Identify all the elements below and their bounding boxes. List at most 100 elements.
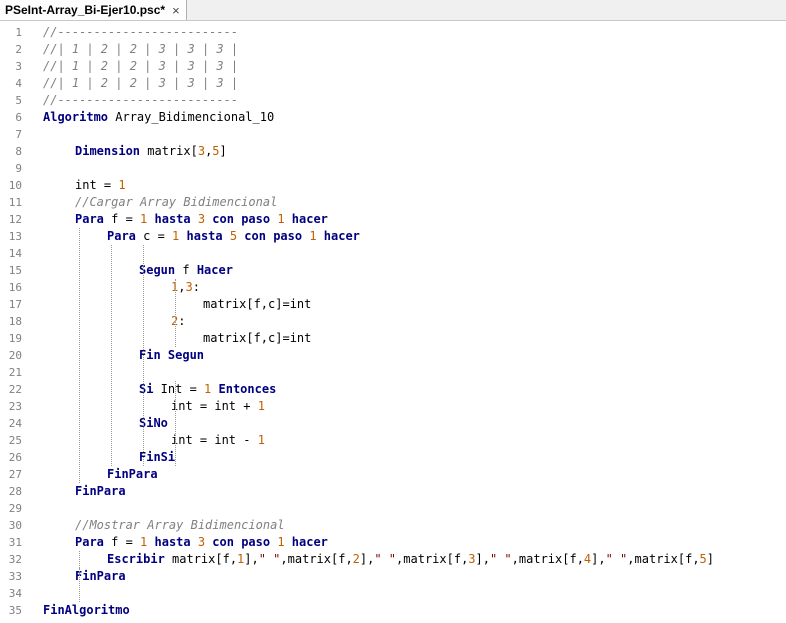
code-token: c = bbox=[135, 229, 173, 243]
code-token: " " bbox=[258, 552, 281, 566]
line-number: 16 bbox=[8, 281, 22, 294]
code-line[interactable]: Segun f Hacer bbox=[139, 262, 233, 279]
line-number: 29 bbox=[8, 502, 22, 515]
code-token: 1 bbox=[309, 229, 317, 243]
line-number: 25 bbox=[8, 434, 22, 447]
code-token: Para bbox=[75, 535, 104, 549]
code-token: ,matrix[f, bbox=[627, 552, 700, 566]
code-editor[interactable]: 1 2 3 4 5 6 7 8 9 10 11 12 13 14 15 16 17 18 19 20 21 22 23 24 2… bbox=[0, 24, 786, 623]
tab-title[interactable]: PSeInt-Array_Bi-Ejer10.psc* bbox=[5, 3, 165, 17]
line-number: 22 bbox=[8, 383, 22, 396]
line-number: 35 bbox=[8, 604, 22, 617]
code-token: 2 bbox=[352, 552, 360, 566]
indent-guide bbox=[143, 245, 144, 466]
line-number: 1 bbox=[15, 26, 22, 39]
line-number: 4 bbox=[15, 77, 22, 90]
line-number: 30 bbox=[8, 519, 22, 532]
code-token: 3 bbox=[185, 280, 193, 294]
line-number: 27 bbox=[8, 468, 22, 481]
code-line[interactable]: FinSi bbox=[139, 449, 175, 466]
code-token: matrix[f, bbox=[164, 552, 238, 566]
code-line[interactable]: //------------------------- bbox=[43, 24, 238, 41]
code-line[interactable]: matrix[f,c]=int bbox=[203, 296, 311, 313]
code-token: 5 bbox=[699, 552, 707, 566]
line-number: 26 bbox=[8, 451, 22, 464]
line-number: 9 bbox=[15, 162, 22, 175]
code-token: int = int + bbox=[171, 399, 258, 413]
code-line[interactable]: int = int + 1 bbox=[171, 398, 265, 415]
code-line[interactable]: FinPara bbox=[75, 568, 126, 585]
code-token: ], bbox=[359, 552, 375, 566]
code-line[interactable]: Dimension matrix[3,5] bbox=[75, 143, 227, 160]
line-number: 3 bbox=[15, 60, 22, 73]
indent-guide bbox=[175, 381, 176, 466]
code-line[interactable]: //| 1 | 2 | 2 | 3 | 3 | 3 | bbox=[43, 75, 238, 92]
line-number: 11 bbox=[8, 196, 22, 209]
code-token: 1 bbox=[277, 535, 285, 549]
line-number: 19 bbox=[8, 332, 22, 345]
code-token: ,matrix[f, bbox=[511, 552, 584, 566]
code-token: Para bbox=[107, 229, 136, 243]
code-token: //Cargar Array Bidimencional bbox=[75, 195, 278, 209]
code-line[interactable]: Si Int = 1 Entonces bbox=[139, 381, 276, 398]
line-number: 15 bbox=[8, 264, 22, 277]
code-line[interactable]: //| 1 | 2 | 2 | 3 | 3 | 3 | bbox=[43, 58, 238, 75]
line-number: 33 bbox=[8, 570, 22, 583]
code-token: : bbox=[178, 314, 186, 328]
code-line[interactable]: FinPara bbox=[107, 466, 158, 483]
code-line[interactable]: //| 1 | 2 | 2 | 3 | 3 | 3 | bbox=[43, 41, 238, 58]
code-token: ], bbox=[475, 552, 490, 566]
indent-guide bbox=[79, 551, 80, 568]
code-token: //Mostrar Array Bidimencional bbox=[75, 518, 285, 532]
code-token: ,matrix[f, bbox=[280, 552, 353, 566]
tab-bar: PSeInt-Array_Bi-Ejer10.psc* × bbox=[0, 0, 786, 21]
code-line[interactable]: matrix[f,c]=int bbox=[203, 330, 311, 347]
close-tab-icon[interactable]: × bbox=[172, 3, 180, 18]
code-token: 5 bbox=[212, 144, 220, 158]
code-token: Segun bbox=[139, 263, 176, 277]
code-token: 1 bbox=[277, 212, 285, 226]
editor-tab[interactable]: PSeInt-Array_Bi-Ejer10.psc* × bbox=[0, 0, 187, 20]
code-token: con paso bbox=[237, 229, 310, 243]
code-token: matrix[f,c]=int bbox=[203, 297, 312, 311]
code-token: FinPara bbox=[107, 467, 158, 481]
code-token: FinPara bbox=[75, 569, 126, 583]
code-token: con paso bbox=[205, 535, 278, 549]
code-token: 3 bbox=[197, 212, 206, 226]
code-token: Algoritmo bbox=[43, 110, 109, 124]
code-line[interactable]: int = 1 bbox=[75, 177, 126, 194]
code-token: Int = bbox=[153, 382, 205, 396]
code-token: 3 bbox=[197, 144, 206, 158]
line-number: 23 bbox=[8, 400, 22, 413]
code-token: f = bbox=[103, 212, 141, 226]
code-token: Dimension bbox=[75, 144, 141, 158]
code-line[interactable]: Algoritmo Array_Bidimencional_10 bbox=[43, 109, 274, 126]
code-token: matrix[ bbox=[140, 144, 198, 158]
line-number: 8 bbox=[15, 145, 22, 158]
code-line[interactable]: 2: bbox=[171, 313, 185, 330]
code-token: 1 bbox=[118, 178, 126, 192]
code-line[interactable]: //------------------------- bbox=[43, 92, 238, 109]
code-token: int = bbox=[75, 178, 119, 192]
code-line[interactable]: Escribir matrix[f,1]," ",matrix[f,2]," "… bbox=[107, 551, 714, 568]
line-number: 21 bbox=[8, 366, 22, 379]
code-line[interactable]: Para f = 1 hasta 3 con paso 1 hacer bbox=[75, 211, 328, 228]
code-token: Para bbox=[75, 212, 104, 226]
code-token: " " bbox=[374, 552, 397, 566]
code-line[interactable]: int = int - 1 bbox=[171, 432, 265, 449]
code-line[interactable]: FinAlgoritmo bbox=[43, 602, 130, 619]
code-line[interactable]: FinPara bbox=[75, 483, 126, 500]
line-number: 14 bbox=[8, 247, 22, 260]
line-number: 20 bbox=[8, 349, 22, 362]
code-line[interactable]: //Mostrar Array Bidimencional bbox=[75, 517, 285, 534]
line-number: 24 bbox=[8, 417, 22, 430]
code-line[interactable]: Para f = 1 hasta 3 con paso 1 hacer bbox=[75, 534, 328, 551]
code-line[interactable]: Fin Segun bbox=[139, 347, 204, 364]
code-token: f = bbox=[103, 535, 141, 549]
line-number: 28 bbox=[8, 485, 22, 498]
code-line[interactable]: Para c = 1 hasta 5 con paso 1 hacer bbox=[107, 228, 360, 245]
code-token: " " bbox=[605, 552, 628, 566]
code-line[interactable]: //Cargar Array Bidimencional bbox=[75, 194, 277, 211]
code-token: : bbox=[192, 280, 200, 294]
code-token: hasta bbox=[147, 212, 198, 226]
